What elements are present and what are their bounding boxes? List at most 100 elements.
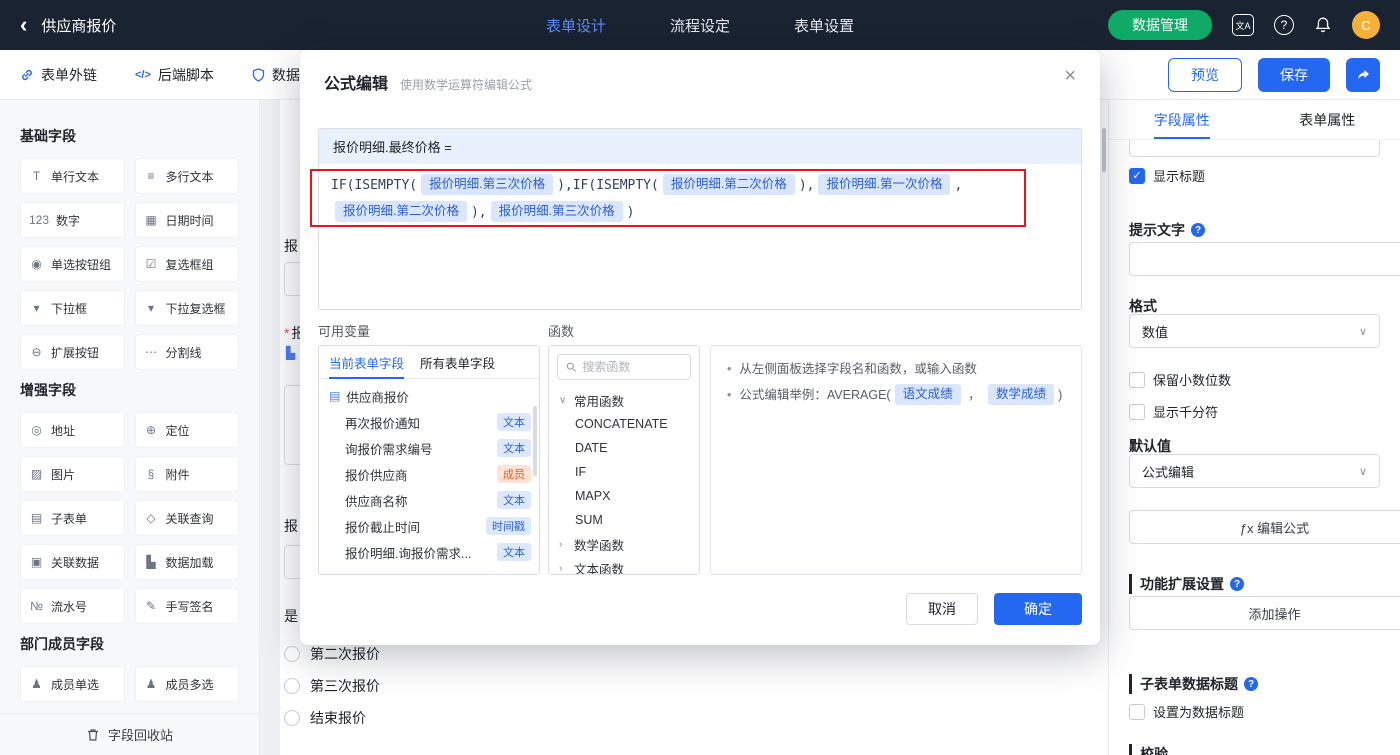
palette-item-multi-select[interactable]: ▾ 下拉复选框 (134, 290, 239, 326)
language-icon[interactable]: 文A (1232, 14, 1254, 36)
palette-item-image[interactable]: ▨ 图片 (20, 456, 125, 492)
palette-item-member-single[interactable]: ♟ 成员单选 (20, 666, 125, 702)
variable-field-row[interactable]: 供应商名称 文本 (319, 487, 539, 513)
checkbox-unchecked-icon[interactable] (1129, 371, 1145, 388)
thousand-separator-checkbox[interactable]: 显示千分符 (1129, 402, 1380, 421)
backend-script-button[interactable]: </> 后端脚本 (135, 65, 214, 85)
add-action-button[interactable]: 添加操作 (1129, 596, 1400, 630)
variables-root-node[interactable]: ▤ 供应商报价 (319, 383, 539, 409)
radio-circle-icon[interactable] (284, 678, 300, 694)
sidebar-section-title: 基础字段 (20, 128, 76, 144)
panel-scrollbar[interactable] (1102, 128, 1106, 172)
set-data-title-checkbox[interactable]: 设置为数据标题 (1129, 702, 1380, 721)
checkbox-unchecked-icon[interactable] (1129, 403, 1145, 420)
help-question-icon[interactable]: ? (1244, 677, 1258, 691)
tab-field-properties[interactable]: 字段属性 (1109, 100, 1255, 139)
palette-item-select[interactable]: ▾ 下拉框 (20, 290, 125, 326)
help-icon[interactable]: ? (1274, 15, 1294, 35)
function-group[interactable]: ∨ 常用函数 (549, 388, 699, 412)
function-item[interactable]: DATE (549, 436, 699, 460)
formula-field-chip[interactable]: 报价明细.第三次价格 (490, 201, 623, 222)
palette-item-single-line-text[interactable]: T 单行文本 (20, 158, 125, 194)
nav-flow-setting[interactable]: 流程设定 (670, 15, 730, 36)
cancel-button[interactable]: 取消 (906, 593, 978, 625)
share-button[interactable] (1346, 57, 1380, 92)
formula-field-chip[interactable]: 报价明细.第二次价格 (335, 201, 467, 222)
formula-field-chip[interactable]: 报价明细.第三次价格 (421, 174, 554, 195)
palette-item-attachment[interactable]: § 附件 (134, 456, 239, 492)
user-avatar[interactable]: C (1352, 11, 1380, 39)
tab-all-form-fields[interactable]: 所有表单字段 (420, 346, 495, 378)
variable-field-row[interactable]: 再次报价通知 文本 (319, 409, 539, 435)
function-item[interactable]: SUM (549, 508, 699, 532)
formula-field-chip[interactable]: 报价明细.第二次价格 (662, 174, 795, 195)
palette-item-datetime[interactable]: ▦ 日期时间 (134, 202, 239, 238)
checkbox-unchecked-icon[interactable] (1129, 703, 1145, 720)
help-question-icon[interactable]: ? (1230, 577, 1244, 591)
function-item[interactable]: MAPX (549, 484, 699, 508)
field-recycle-bin[interactable]: 字段回收站 (0, 713, 259, 755)
palette-item-member-multi[interactable]: ♟ 成员多选 (134, 666, 239, 702)
function-search-input[interactable] (582, 360, 682, 374)
function-item[interactable]: CONCATENATE (549, 412, 699, 436)
palette-item-label: 数据加载 (165, 555, 214, 570)
shield-icon (252, 67, 265, 82)
confirm-button[interactable]: 确定 (994, 593, 1082, 625)
save-button[interactable]: 保存 (1258, 57, 1330, 92)
formula-target: 报价明细.最终价格 = (319, 129, 1081, 164)
function-search-box[interactable] (557, 354, 691, 380)
palette-item-data-load[interactable]: ▙ 数据加载 (134, 544, 239, 580)
palette-item-number[interactable]: 123 数字 (20, 202, 125, 238)
field-palette-grid: ♟ 成员单选 ♟ 成员多选 (20, 666, 239, 702)
palette-item-serial-number[interactable]: № 流水号 (20, 588, 125, 624)
help-line: • 从左侧面板选择字段名和函数，或输入函数 (727, 362, 977, 376)
palette-item-location[interactable]: ⊕ 定位 (134, 412, 239, 448)
radio-option[interactable]: 结束报价 (284, 708, 366, 728)
palette-item-linked-query[interactable]: ◇ 关联查询 (134, 500, 239, 536)
palette-item-label: 日期时间 (165, 213, 214, 228)
radio-circle-icon[interactable] (284, 646, 300, 662)
radio-option[interactable]: 第三次报价 (284, 676, 380, 696)
variable-field-row[interactable]: 询报价需求编号 文本 (319, 435, 539, 461)
radio-option[interactable]: 第二次报价 (284, 644, 380, 664)
tab-form-properties[interactable]: 表单属性 (1255, 100, 1400, 139)
default-value-select[interactable]: 公式编辑 ∨ (1129, 454, 1380, 488)
function-group[interactable]: › 数学函数 (549, 532, 699, 556)
variable-field-row[interactable]: 报价供应商 成员 (319, 461, 539, 487)
nav-form-design[interactable]: 表单设计 (546, 15, 606, 36)
tab-current-form-fields[interactable]: 当前表单字段 (329, 346, 405, 379)
radio-circle-icon[interactable] (284, 710, 300, 726)
palette-item-multi-line-text[interactable]: ≡ 多行文本 (134, 158, 239, 194)
palette-item-divider[interactable]: ⋯ 分割线 (134, 334, 239, 370)
form-external-link-button[interactable]: 表单外链 (20, 65, 97, 85)
data-manage-button[interactable]: 数据管理 (1108, 10, 1212, 40)
show-title-checkbox[interactable]: ✓ 显示标题 (1129, 166, 1380, 185)
palette-item-address[interactable]: ◎ 地址 (20, 412, 125, 448)
formula-code: ), (798, 178, 815, 193)
close-icon[interactable]: × (1064, 66, 1076, 86)
palette-item-subform[interactable]: ▤ 子表单 (20, 500, 125, 536)
back-icon[interactable]: ‹ (20, 14, 27, 36)
hint-text-input[interactable] (1129, 242, 1400, 276)
nav-form-setting[interactable]: 表单设置 (794, 15, 854, 36)
palette-item-radio-group[interactable]: ◉ 单选按钮组 (20, 246, 125, 282)
checkbox-checked-icon[interactable]: ✓ (1129, 167, 1145, 184)
variable-field-row[interactable]: 报价截止时间 时间戳 (319, 513, 539, 539)
preview-button[interactable]: 预览 (1168, 57, 1242, 92)
function-item[interactable]: IF (549, 460, 699, 484)
format-select[interactable]: 数值 ∨ (1129, 314, 1380, 348)
variables-scrollbar[interactable] (533, 406, 537, 476)
decimal-checkbox[interactable]: 保留小数位数 (1129, 370, 1380, 389)
formula-field-chip[interactable]: 报价明细.第一次价格 (818, 174, 951, 195)
function-group[interactable]: › 文本函数 (549, 556, 699, 575)
palette-item-signature[interactable]: ✎ 手写签名 (134, 588, 239, 624)
palette-item-linked-data[interactable]: ▣ 关联数据 (20, 544, 125, 580)
help-question-icon[interactable]: ? (1191, 223, 1205, 237)
variable-field-row[interactable]: 报价明细.询报价需求... 文本 (319, 539, 539, 565)
scrolled-input-fragment[interactable] (1129, 140, 1380, 157)
palette-item-checkbox-group[interactable]: ☑ 复选框组 (134, 246, 239, 282)
palette-item-extend-button[interactable]: ⊖ 扩展按钮 (20, 334, 125, 370)
notification-bell-icon[interactable] (1314, 16, 1332, 34)
formula-editor[interactable]: IF(ISEMPTY(报价明细.第三次价格),IF(ISEMPTY(报价明细.第… (319, 164, 1081, 234)
edit-formula-button[interactable]: ƒx 编辑公式 (1129, 510, 1400, 544)
